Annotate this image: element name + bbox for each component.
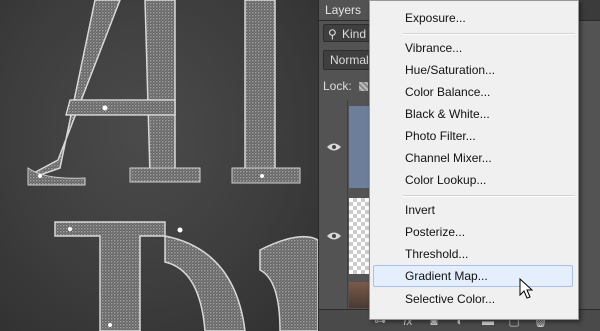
layer-thumbnail (349, 282, 371, 308)
metallic-text-artwork (27, 0, 318, 331)
filter-kind-label: Kind (342, 27, 367, 41)
letter-a-shape (27, 0, 201, 186)
mouse-cursor-icon (519, 278, 534, 299)
letter-d-shape (54, 221, 246, 331)
lock-transparent-pixels-icon[interactable] (359, 82, 369, 91)
menu-item-color-balance[interactable]: Color Balance... (370, 81, 578, 103)
lock-row: Lock: (323, 79, 369, 93)
menu-item-vibrance[interactable]: Vibrance... (370, 37, 578, 59)
document-canvas[interactable] (0, 0, 318, 331)
eye-icon (327, 143, 341, 151)
menu-item-exposure[interactable]: Exposure... (370, 7, 578, 29)
visibility-toggle[interactable] (319, 278, 348, 310)
menu-item-selective-color[interactable]: Selective Color... (370, 288, 578, 310)
tab-layers-label: Layers (325, 3, 362, 17)
menu-item-threshold[interactable]: Threshold... (370, 243, 578, 265)
letter-partial-shape (259, 235, 318, 331)
menu-item-channel-mixer[interactable]: Channel Mixer... (370, 147, 578, 169)
menu-item-gradient-map[interactable]: Gradient Map... (373, 265, 573, 287)
menu-item-hue-saturation[interactable]: Hue/Saturation... (370, 59, 578, 81)
search-icon: ⚲ (328, 27, 337, 41)
menu-item-color-lookup[interactable]: Color Lookup... (370, 169, 578, 191)
eye-icon (327, 232, 341, 240)
adjustment-layer-menu: Exposure... Vibrance... Hue/Saturation..… (369, 0, 579, 320)
menu-separator (403, 33, 575, 35)
layer-thumbnail (349, 106, 371, 188)
menu-item-black-white[interactable]: Black & White... (370, 103, 578, 125)
blend-mode-value: Normal (330, 53, 369, 67)
lock-label: Lock: (323, 79, 352, 93)
menu-separator (403, 195, 575, 197)
visibility-toggle[interactable] (319, 100, 348, 194)
layer-thumbnail (349, 198, 371, 274)
visibility-toggle[interactable] (319, 194, 348, 278)
letter-edge-shape (231, 0, 301, 184)
tab-layers[interactable]: Layers (319, 0, 371, 20)
menu-item-posterize[interactable]: Posterize... (370, 221, 578, 243)
menu-item-photo-filter[interactable]: Photo Filter... (370, 125, 578, 147)
menu-item-invert[interactable]: Invert (370, 199, 578, 221)
